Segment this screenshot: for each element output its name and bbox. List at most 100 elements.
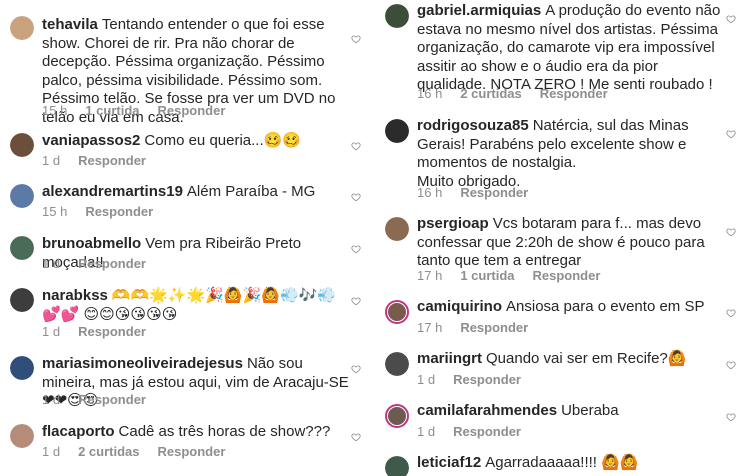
comment-text: Quando vai ser em Recife?🙆 <box>486 350 687 367</box>
reply-button[interactable]: Responder <box>158 444 226 459</box>
reply-button[interactable]: Responder <box>453 424 521 439</box>
comment-body: leticiaf12 Agarradaaaaa!!!! 🙆🙆 <box>417 454 724 473</box>
comment-text: Cadê as três horas de show??? <box>118 423 331 440</box>
comment-body: flacaporto Cadê as três horas de show??? <box>42 423 349 442</box>
comment-username[interactable]: camilafarahmendes <box>417 402 557 419</box>
comment-meta: 1 d 2 curtidas Responder <box>42 444 225 459</box>
reply-button[interactable]: Responder <box>453 372 521 387</box>
comment-body: alexandremartins19 Além Paraíba - MG <box>42 183 349 202</box>
comment-username[interactable]: psergioap <box>417 215 489 232</box>
comment-username[interactable]: alexandremartins19 <box>42 183 183 200</box>
comment-time: 15 h <box>42 103 68 118</box>
heart-icon[interactable] <box>351 296 361 306</box>
comment-time: 1 d <box>42 444 61 459</box>
reply-button[interactable]: Responder <box>78 324 146 339</box>
comment-meta: 15 h Responder <box>42 204 153 219</box>
comment-likes[interactable]: 2 curtidas <box>78 444 139 459</box>
comment-meta: 17 h 1 curtida Responder <box>417 268 600 283</box>
avatar[interactable] <box>385 352 409 376</box>
comment-time: 17 h <box>417 268 443 283</box>
avatar[interactable] <box>10 184 34 208</box>
heart-icon[interactable] <box>351 141 361 151</box>
comment-body: rodrigosouza85 Natércia, sul das Minas Ge… <box>417 117 724 191</box>
avatar[interactable] <box>10 133 34 157</box>
comment-likes[interactable]: 1 curtida <box>85 103 139 118</box>
right-comment-column: gabriel.armiquias A produção do evento nã… <box>375 0 750 476</box>
reply-button[interactable]: Responder <box>460 185 528 200</box>
comment-meta: 15 h 1 curtida Responder <box>42 103 225 118</box>
heart-icon[interactable] <box>351 192 361 202</box>
comment-time: 17 h <box>417 320 443 335</box>
comment-body: gabriel.armiquias A produção do evento nã… <box>417 2 724 95</box>
comment-username[interactable]: camiquirino <box>417 298 502 315</box>
reply-button[interactable]: Responder <box>540 86 608 101</box>
comment-time: 1 d <box>42 153 61 168</box>
comment-body: mariingrt Quando vai ser em Recife?🙆 <box>417 350 724 369</box>
comment-time: 16 h <box>417 185 443 200</box>
comment-likes[interactable]: 2 curtidas <box>460 86 521 101</box>
heart-icon[interactable] <box>726 412 736 422</box>
comment-username[interactable]: gabriel.armiquias <box>417 2 541 19</box>
heart-icon[interactable] <box>351 244 361 254</box>
comment-username[interactable]: tehavila <box>42 16 98 33</box>
avatar[interactable] <box>10 288 34 312</box>
comment-time: 1 d <box>42 392 61 407</box>
comment-meta: 16 h 2 curtidas Responder <box>417 86 608 101</box>
reply-button[interactable]: Responder <box>78 392 146 407</box>
reply-button[interactable]: Responder <box>533 268 601 283</box>
avatar[interactable] <box>385 456 409 476</box>
reply-button[interactable]: Responder <box>460 320 528 335</box>
comment-meta: 17 h Responder <box>417 320 528 335</box>
comment-body: narabkss 🫶🫶🌟✨🌟🎉🙆🎉🙆💨🎶💨💕💕 😊😊😘😘😘😘 <box>42 287 349 324</box>
reply-button[interactable]: Responder <box>85 204 153 219</box>
comment-body: psergioap Vcs botaram para f... mas devo … <box>417 215 724 271</box>
comment-time: 15 h <box>42 204 68 219</box>
avatar[interactable] <box>385 217 409 241</box>
comment-likes[interactable]: 1 curtida <box>460 268 514 283</box>
comment-text: Além Paraíba - MG <box>186 183 316 200</box>
comment-username[interactable]: vaniapassos2 <box>42 132 140 149</box>
comment-username[interactable]: narabkss <box>42 287 108 304</box>
comment-body: camiquirino Ansiosa para o evento em SP <box>417 298 724 317</box>
heart-icon[interactable] <box>726 227 736 237</box>
comment-username[interactable]: flacaporto <box>42 423 115 440</box>
comment-username[interactable]: leticiaf12 <box>417 454 481 471</box>
avatar[interactable] <box>385 404 409 428</box>
avatar[interactable] <box>10 16 34 40</box>
comment-username[interactable]: brunoabmello <box>42 235 141 252</box>
heart-icon[interactable] <box>351 34 361 44</box>
avatar[interactable] <box>385 119 409 143</box>
heart-icon[interactable] <box>351 432 361 442</box>
reply-button[interactable]: Responder <box>78 153 146 168</box>
comment-username[interactable]: mariingrt <box>417 350 482 367</box>
heart-icon[interactable] <box>351 364 361 374</box>
comment-meta: 1 d Responder <box>417 372 521 387</box>
comment-time: 1 d <box>417 372 436 387</box>
heart-icon[interactable] <box>726 360 736 370</box>
avatar[interactable] <box>385 4 409 28</box>
comment-username[interactable]: rodrigosouza85 <box>417 117 529 134</box>
avatar[interactable] <box>10 424 34 448</box>
comment-time: 1 d <box>417 424 436 439</box>
avatar[interactable] <box>385 300 409 324</box>
heart-icon[interactable] <box>726 308 736 318</box>
comment-time: 1 d <box>42 256 61 271</box>
comment-meta: 1 d Responder <box>42 256 146 271</box>
reply-button[interactable]: Responder <box>158 103 226 118</box>
avatar[interactable] <box>10 236 34 260</box>
comment-meta: 16 h Responder <box>417 185 528 200</box>
comment-text: Como eu queria...🥴🥴 <box>144 132 301 149</box>
comment-meta: 1 d Responder <box>42 324 146 339</box>
left-comment-column: tehavila Tentando entender o que foi esse… <box>0 0 375 476</box>
comment-username[interactable]: mariasimoneoliveiradejesus <box>42 355 243 372</box>
comment-text: Ansiosa para o evento em SP <box>506 298 705 315</box>
comment-time: 1 d <box>42 324 61 339</box>
heart-icon[interactable] <box>726 129 736 139</box>
reply-button[interactable]: Responder <box>78 256 146 271</box>
comment-time: 16 h <box>417 86 443 101</box>
comment-body: camilafarahmendes Uberaba <box>417 402 724 421</box>
avatar[interactable] <box>10 356 34 380</box>
comment-text: Agarradaaaaa!!!! 🙆🙆 <box>485 454 639 471</box>
heart-icon[interactable] <box>726 14 736 24</box>
comment-meta: 1 d Responder <box>42 392 146 407</box>
